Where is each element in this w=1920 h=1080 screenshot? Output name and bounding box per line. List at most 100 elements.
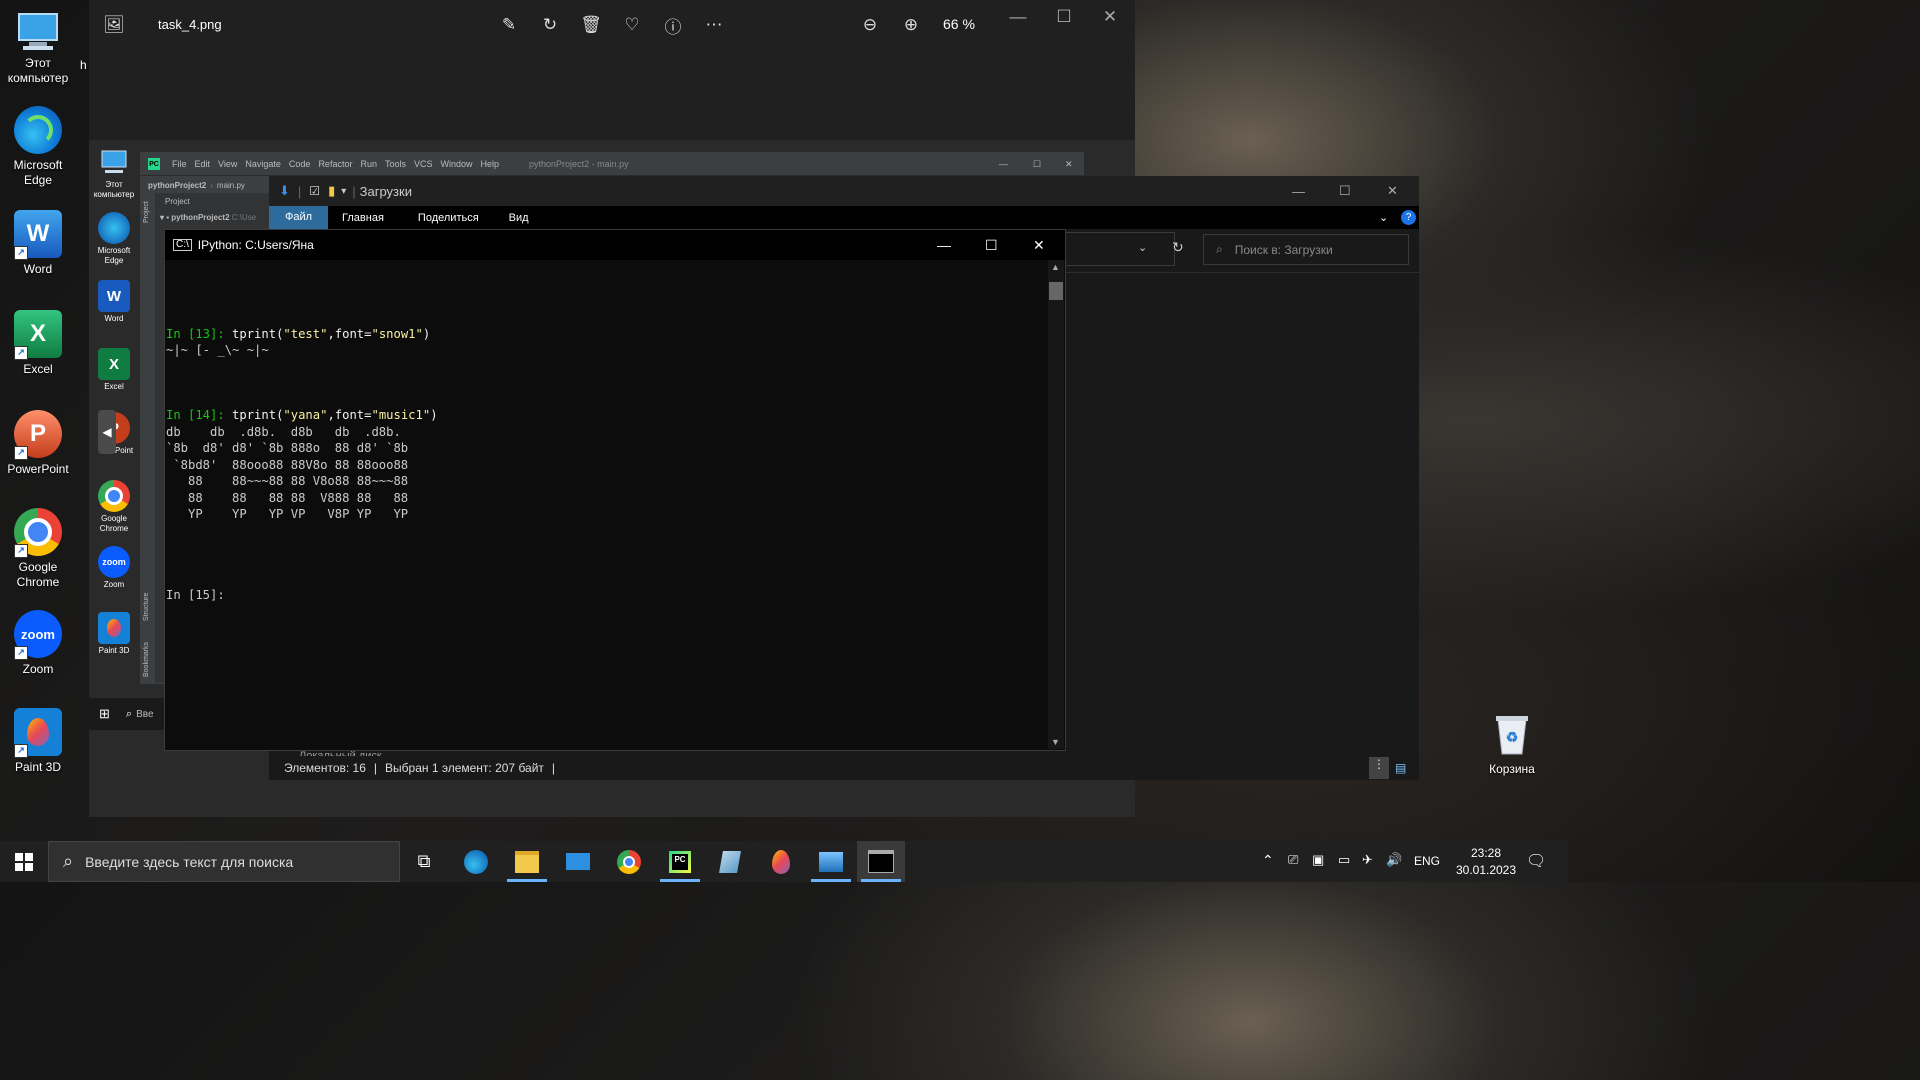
breadcrumb-file[interactable]: main.py [217,181,245,190]
rotate-icon[interactable]: ↻ [539,14,561,36]
explorer-search-box[interactable]: ⌕ Поиск в: Загрузки [1203,234,1409,265]
close-icon[interactable]: ✕ [1065,159,1073,170]
menu-help[interactable]: Help [481,159,500,169]
tab-view[interactable]: Вид [509,212,529,224]
tab-share[interactable]: Поделиться [418,212,479,224]
desktop-icon-this-pc[interactable]: Этот компьютер [0,8,76,86]
string-arg: "test" [283,327,328,341]
language-indicator[interactable]: ENG [1414,854,1440,868]
code-13-kw: ,font= [327,327,372,341]
details-view-icon[interactable]: ⋮ [1369,757,1389,779]
taskbar-notes-icon[interactable] [706,841,754,882]
menu-refactor[interactable]: Refactor [318,159,352,169]
menu-file[interactable]: File [172,159,187,169]
tree-root[interactable]: ▾ ▪ pythonProject2 C:\Use [160,213,256,222]
help-icon[interactable]: ? [1401,210,1416,225]
desktop-icon-zoom[interactable]: zoom ↗ Zoom [0,610,76,677]
folder-icon[interactable]: ▮ [328,183,335,199]
notifications-icon[interactable]: 🗨 [1526,851,1546,871]
minimize-icon[interactable]: — [1292,184,1305,199]
maximize-icon[interactable]: ☐ [1033,159,1041,170]
minimize-icon[interactable]: — [999,159,1008,169]
taskbar-mail-icon[interactable] [554,841,602,882]
meet-now-icon[interactable]: ⎚ [1288,852,1298,868]
tab-project[interactable]: Project [143,201,150,223]
maximize-icon[interactable]: ☐ [985,237,998,254]
minimize-icon[interactable]: — [1007,6,1029,28]
edge-icon [14,106,62,154]
tab-home[interactable]: Главная [342,212,384,224]
clock[interactable]: 23:28 30.01.2023 [1451,845,1521,879]
taskbar-paint3d-icon[interactable] [757,841,805,882]
desktop-icon-paint3d[interactable]: ↗ Paint 3D [0,708,76,775]
terminal-scrollbar[interactable]: ▲ ▼ [1048,260,1064,749]
refresh-icon[interactable]: ↻ [1172,239,1184,256]
menu-run[interactable]: Run [360,159,377,169]
project-label[interactable]: Project [165,197,190,206]
properties-icon[interactable]: ☑ [309,184,320,198]
word-icon: W ↗ [14,210,62,260]
desktop-icon-excel[interactable]: X ↗ Excel [0,310,76,377]
string-arg: "yana" [283,408,328,422]
taskbar-photos-icon[interactable] [807,841,855,882]
terminal-titlebar: C:\ IPython: C:Users/Яна — ☐ ✕ [165,230,1065,260]
info-icon[interactable]: ⓘ [662,14,684,37]
menu-tools[interactable]: Tools [385,159,406,169]
volume-icon[interactable]: 🔊 [1386,852,1402,868]
menu-code[interactable]: Code [289,159,311,169]
menu-navigate[interactable]: Navigate [245,159,281,169]
network-monitor-icon[interactable]: ▣ [1312,852,1324,868]
task-view-icon[interactable]: ⧉ [400,841,448,882]
menu-edit[interactable]: Edit [195,159,211,169]
quick-access-dropdown-icon[interactable]: ▾ [341,186,346,197]
menu-vcs[interactable]: VCS [414,159,433,169]
maximize-icon[interactable]: ☐ [1053,6,1075,28]
airplane-mode-icon[interactable]: ✈ [1362,852,1373,868]
start-button[interactable] [0,841,48,882]
battery-icon[interactable]: ▭ [1338,852,1350,868]
maximize-icon[interactable]: ☐ [1339,183,1351,199]
prompt-15[interactable]: In [15]: [166,587,225,603]
file-list-area [1064,272,1419,757]
taskbar-terminal-icon[interactable] [857,841,905,882]
close-icon[interactable]: ✕ [1387,183,1398,199]
scroll-down-icon[interactable]: ▼ [1051,737,1060,747]
more-icon[interactable]: ⋯ [703,14,725,36]
scroll-up-icon[interactable]: ▲ [1051,262,1060,272]
tab-bookmarks[interactable]: Bookmarks [143,642,150,677]
desktop-icon-edge[interactable]: Microsoft Edge [0,106,76,188]
minimize-icon[interactable]: — [937,237,951,253]
expand-ribbon-icon[interactable]: ⌄ [1379,211,1388,224]
taskbar-search-box[interactable]: ⌕ Введите здесь текст для поиска [48,841,400,882]
windows-start-icon: ⊞ [99,706,110,721]
edit-image-icon[interactable]: ✎ [498,14,520,36]
desktop-icon-powerpoint[interactable]: P ↗ PowerPoint [0,410,76,477]
menu-window[interactable]: Window [441,159,473,169]
close-icon[interactable]: ✕ [1033,237,1045,254]
favorite-icon[interactable]: ♡ [621,14,643,36]
desktop-icon-recycle-bin[interactable]: ♻ Корзина [1474,710,1550,777]
close-icon[interactable]: ✕ [1099,6,1121,28]
desktop-icon-word[interactable]: W ↗ Word [0,210,76,277]
search-icon: ⌕ [125,707,133,720]
zoom-in-icon[interactable]: ⊕ [900,14,922,36]
scroll-thumb[interactable] [1049,282,1063,300]
collapse-arrow-icon[interactable]: ◀ [98,410,116,454]
desktop-icon-chrome[interactable]: ↗ Google Chrome [0,508,76,590]
taskbar-explorer-icon[interactable] [503,841,551,882]
address-dropdown-icon[interactable]: ⌄ [1138,241,1147,254]
breadcrumb-project[interactable]: pythonProject2 [148,181,206,190]
inner-icon-label: Microsoft Edge [97,246,131,265]
tab-file[interactable]: Файл [269,206,329,229]
taskbar-pycharm-icon[interactable]: PC [656,841,704,882]
taskbar-chrome-icon[interactable] [605,841,653,882]
tab-structure[interactable]: Structure [143,593,150,621]
inner-icon-label: Point [114,446,134,455]
delete-icon[interactable]: 🗑 [580,14,602,36]
menu-view[interactable]: View [218,159,237,169]
desktop-icon-label: Zoom [22,662,54,676]
tiles-view-icon[interactable]: ▤ [1395,761,1406,775]
zoom-out-icon[interactable]: ⊖ [859,14,881,36]
taskbar-edge-icon[interactable] [452,841,500,882]
show-hidden-icons-icon[interactable]: ⌃ [1262,852,1274,869]
